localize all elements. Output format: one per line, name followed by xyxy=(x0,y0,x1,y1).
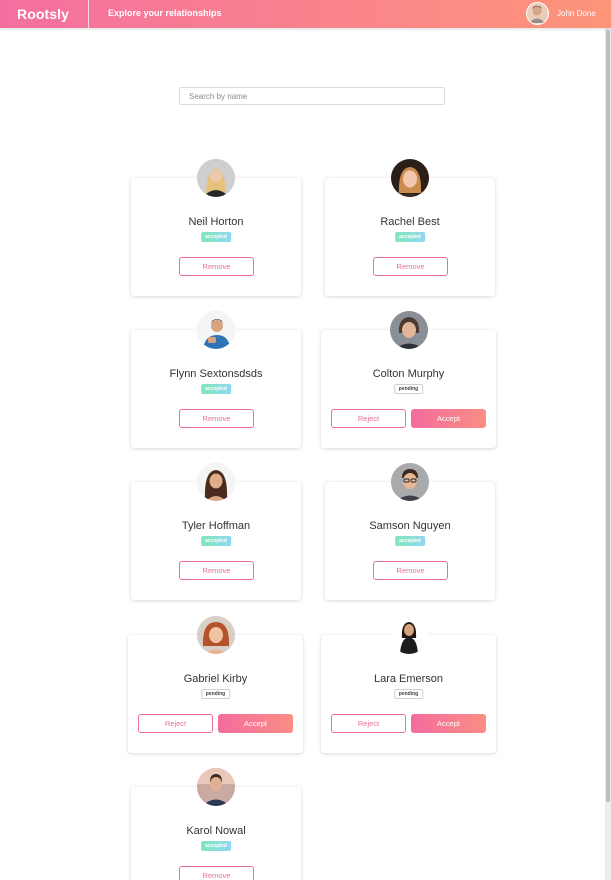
avatar xyxy=(197,463,235,501)
reject-button[interactable]: Reject xyxy=(331,714,406,733)
remove-button[interactable]: Remove xyxy=(373,561,448,580)
connection-name: Samson Nguyen xyxy=(369,520,451,532)
connection-card: Lara Emerson pending Reject Accept xyxy=(321,616,496,753)
status-badge: accepted xyxy=(201,384,231,394)
user-avatar[interactable] xyxy=(526,2,549,25)
connection-name: Flynn Sextonsdsds xyxy=(169,368,263,380)
connection-name: Karol Nowal xyxy=(186,825,246,837)
status-badge: pending xyxy=(200,689,231,699)
connection-card: Rachel Best accepted Remove xyxy=(325,159,495,296)
avatar xyxy=(390,616,428,654)
top-bar: Rootsly Explore your relationships John … xyxy=(0,0,611,28)
connection-card: Colton Murphy pending Reject Accept xyxy=(321,311,496,448)
connection-name: Colton Murphy xyxy=(372,368,445,380)
topbar-divider xyxy=(88,0,89,28)
reject-button[interactable]: Reject xyxy=(138,714,213,733)
connection-card: Karol Nowal accepted Remove xyxy=(131,768,301,880)
app-logo[interactable]: Rootsly xyxy=(17,6,69,22)
avatar xyxy=(390,311,428,349)
avatar xyxy=(197,159,235,197)
avatar xyxy=(197,616,235,654)
remove-button[interactable]: Remove xyxy=(179,409,254,428)
accept-button[interactable]: Accept xyxy=(411,409,486,428)
accept-button[interactable]: Accept xyxy=(411,714,486,733)
connection-name: Rachel Best xyxy=(380,216,440,228)
avatar xyxy=(197,768,235,806)
status-badge: pending xyxy=(393,689,424,699)
status-badge: accepted xyxy=(201,232,231,242)
remove-button[interactable]: Remove xyxy=(179,866,254,880)
connection-name: Neil Horton xyxy=(188,216,244,228)
reject-button[interactable]: Reject xyxy=(331,409,406,428)
status-badge: accepted xyxy=(201,841,231,851)
connection-card: Neil Horton accepted Remove xyxy=(131,159,301,296)
status-badge: accepted xyxy=(395,536,425,546)
avatar xyxy=(391,159,429,197)
accept-button[interactable]: Accept xyxy=(218,714,293,733)
status-badge: accepted xyxy=(201,536,231,546)
status-badge: accepted xyxy=(395,232,425,242)
avatar xyxy=(197,311,235,349)
connection-name: Gabriel Kirby xyxy=(183,673,248,685)
remove-button[interactable]: Remove xyxy=(373,257,448,276)
app-tagline: Explore your relationships xyxy=(108,8,222,18)
search-input[interactable] xyxy=(179,87,445,105)
remove-button[interactable]: Remove xyxy=(179,257,254,276)
avatar xyxy=(391,463,429,501)
scrollbar-thumb[interactable] xyxy=(606,30,610,802)
connection-card: Gabriel Kirby pending Reject Accept xyxy=(128,616,303,753)
connection-card: Flynn Sextonsdsds accepted Remove xyxy=(131,311,301,448)
connection-card: Tyler Hoffman accepted Remove xyxy=(131,463,301,600)
connection-name: Lara Emerson xyxy=(373,673,444,685)
connection-name: Tyler Hoffman xyxy=(181,520,251,532)
status-badge: pending xyxy=(393,384,424,394)
user-name[interactable]: John Done xyxy=(557,9,596,18)
connection-card: Samson Nguyen accepted Remove xyxy=(325,463,495,600)
remove-button[interactable]: Remove xyxy=(179,561,254,580)
